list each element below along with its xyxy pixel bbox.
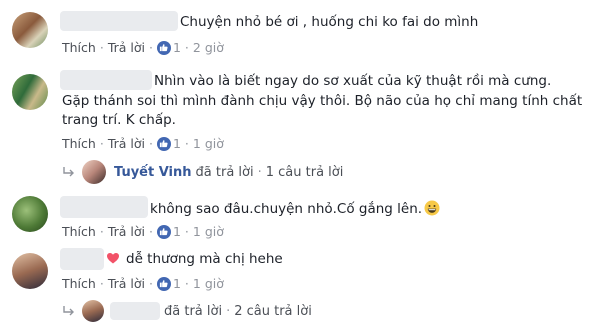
reply-link[interactable]: Trả lời bbox=[108, 224, 145, 239]
reply-avatar[interactable] bbox=[82, 160, 106, 184]
comment-actions: Thích · Trả lời · 1 · 1 giờ bbox=[62, 224, 224, 239]
separator: · bbox=[148, 40, 153, 55]
grinning-emoji-icon bbox=[424, 200, 440, 216]
like-count[interactable]: 1 bbox=[173, 224, 181, 239]
like-reaction-icon[interactable] bbox=[156, 224, 171, 239]
like-link[interactable]: Thích bbox=[62, 276, 96, 291]
commenter-name-redacted[interactable] bbox=[60, 11, 178, 31]
reply-avatar[interactable] bbox=[82, 300, 104, 322]
reply-summary[interactable]: Tuyết Vinh đã trả lời · 1 câu trả lời bbox=[62, 160, 343, 184]
reply-link[interactable]: Trả lời bbox=[108, 136, 145, 151]
separator: · bbox=[226, 303, 231, 319]
separator: · bbox=[184, 136, 189, 151]
comment-text: không sao đâu.chuyện nhỏ.Cố gắng lên. bbox=[150, 200, 440, 218]
like-count[interactable]: 1 bbox=[173, 276, 181, 291]
reply-link[interactable]: Trả lời bbox=[108, 276, 145, 291]
comment-text: Chuyện nhỏ bé ơi , huống chi ko fai do m… bbox=[180, 14, 479, 30]
reply-count[interactable]: 1 câu trả lời bbox=[266, 165, 344, 180]
comment-text-line-2: Gặp thánh soi thì mình đành chịu vậy thô… bbox=[62, 93, 583, 109]
timestamp[interactable]: 2 giờ bbox=[193, 40, 224, 55]
separator: · bbox=[257, 164, 262, 180]
avatar[interactable] bbox=[12, 74, 48, 110]
comment-actions: Thích · Trả lời · 1 · 1 giờ bbox=[62, 136, 224, 151]
reply-action[interactable]: đã trả lời bbox=[164, 304, 222, 319]
avatar[interactable] bbox=[12, 196, 48, 232]
comment-text-line-3: trang trí. K chấp. bbox=[62, 112, 176, 128]
reply-arrow-icon bbox=[63, 167, 74, 177]
timestamp[interactable]: 1 giờ bbox=[193, 136, 224, 151]
heart-icon bbox=[107, 253, 119, 264]
separator: · bbox=[184, 40, 189, 55]
reply-action[interactable]: đã trả lời bbox=[196, 165, 254, 180]
reply-link[interactable]: Trả lời bbox=[108, 40, 145, 55]
separator: · bbox=[99, 40, 104, 55]
like-reaction-icon[interactable] bbox=[156, 136, 171, 151]
comment-actions: Thích · Trả lời · 1 · 2 giờ bbox=[62, 40, 224, 55]
separator: · bbox=[184, 276, 189, 291]
timestamp[interactable]: 1 giờ bbox=[193, 276, 224, 291]
like-link[interactable]: Thích bbox=[62, 136, 96, 151]
separator: · bbox=[99, 224, 104, 239]
avatar[interactable] bbox=[12, 12, 48, 48]
like-count[interactable]: 1 bbox=[173, 136, 181, 151]
reply-author-name[interactable]: Tuyết Vinh bbox=[114, 165, 192, 180]
separator: · bbox=[184, 224, 189, 239]
separator: · bbox=[99, 276, 104, 291]
like-link[interactable]: Thích bbox=[62, 224, 96, 239]
commenter-name-redacted[interactable] bbox=[60, 248, 104, 270]
separator: · bbox=[99, 136, 104, 151]
separator: · bbox=[148, 136, 153, 151]
reply-author-name-redacted[interactable] bbox=[110, 302, 160, 320]
comment-text-body: không sao đâu.chuyện nhỏ.Cố gắng lên. bbox=[150, 201, 423, 217]
comment-actions: Thích · Trả lời · 1 · 1 giờ bbox=[62, 276, 224, 291]
commenter-name-redacted[interactable] bbox=[60, 196, 148, 218]
reply-summary[interactable]: đã trả lời · 2 câu trả lời bbox=[62, 300, 312, 322]
separator: · bbox=[148, 276, 153, 291]
like-reaction-icon[interactable] bbox=[156, 276, 171, 291]
like-reaction-icon[interactable] bbox=[156, 40, 171, 55]
commenter-name-redacted[interactable] bbox=[60, 70, 152, 90]
separator: · bbox=[148, 224, 153, 239]
comment-text-line-1: Nhìn vào là biết ngay do sơ xuất của kỹ … bbox=[154, 73, 552, 89]
avatar[interactable] bbox=[12, 253, 48, 289]
reply-count[interactable]: 2 câu trả lời bbox=[234, 304, 312, 319]
timestamp[interactable]: 1 giờ bbox=[193, 224, 224, 239]
reply-arrow-icon bbox=[63, 306, 74, 316]
like-count[interactable]: 1 bbox=[173, 40, 181, 55]
like-link[interactable]: Thích bbox=[62, 40, 96, 55]
comment-text-body: dễ thương mà chị hehe bbox=[126, 251, 283, 267]
comment-text: dễ thương mà chị hehe bbox=[106, 250, 283, 268]
